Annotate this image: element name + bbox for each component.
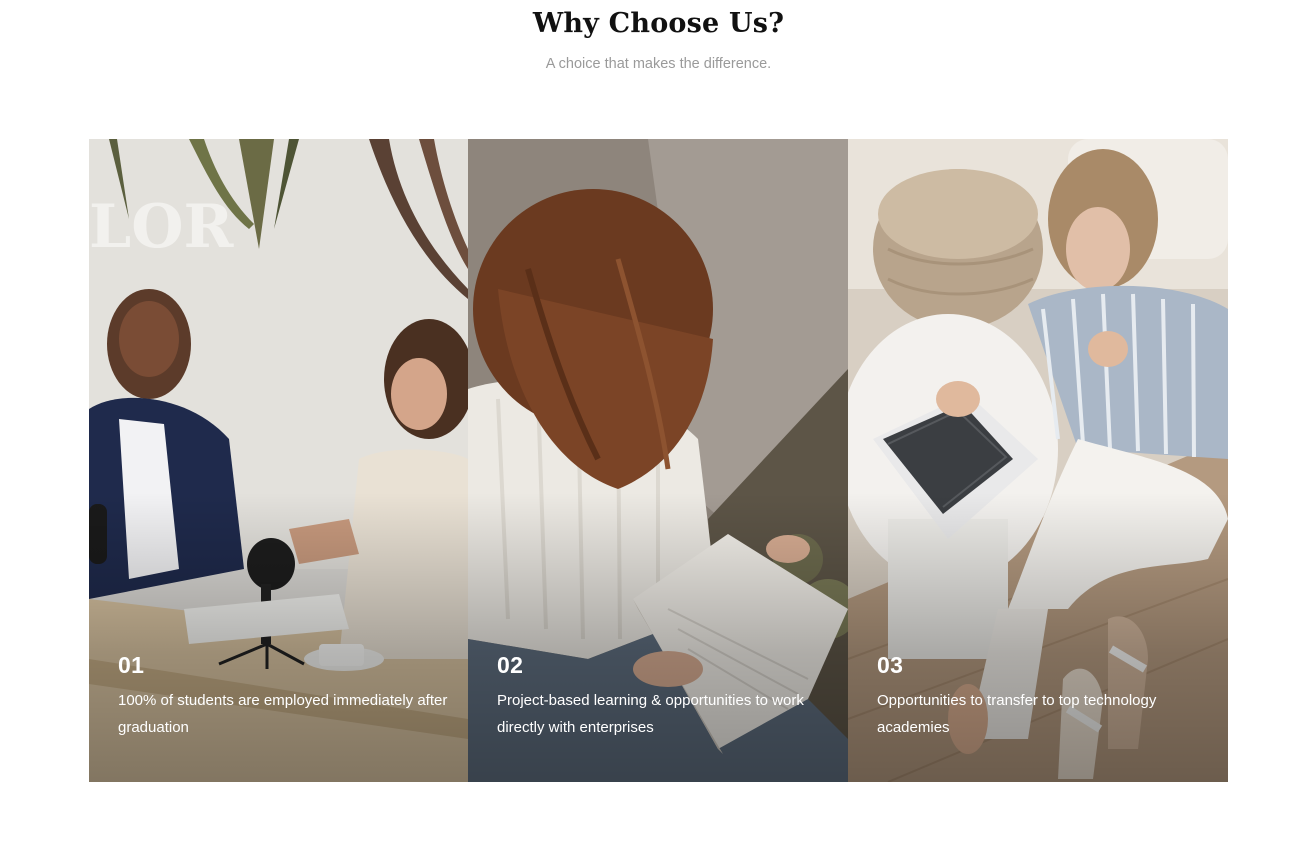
card-description: Opportunities to transfer to top technol… — [877, 692, 1157, 736]
card-number: 02 — [497, 652, 524, 678]
feature-card-1[interactable]: LOR — [89, 139, 468, 782]
card-number: 03 — [877, 652, 904, 678]
section-subtitle: A choice that makes the difference. — [545, 56, 772, 72]
section-title: Why Choose Us? — [532, 8, 785, 39]
card-description: 100% of students are employed immediatel… — [118, 692, 448, 736]
card-number: 01 — [118, 652, 145, 678]
feature-card-3[interactable]: 03 Opportunities to transfer to top tech… — [848, 139, 1228, 782]
feature-cards: LOR — [89, 139, 1228, 782]
card-description: Project-based learning & opportunities t… — [497, 692, 804, 736]
feature-card-2[interactable]: 02 Project-based learning & opportunitie… — [468, 139, 848, 782]
